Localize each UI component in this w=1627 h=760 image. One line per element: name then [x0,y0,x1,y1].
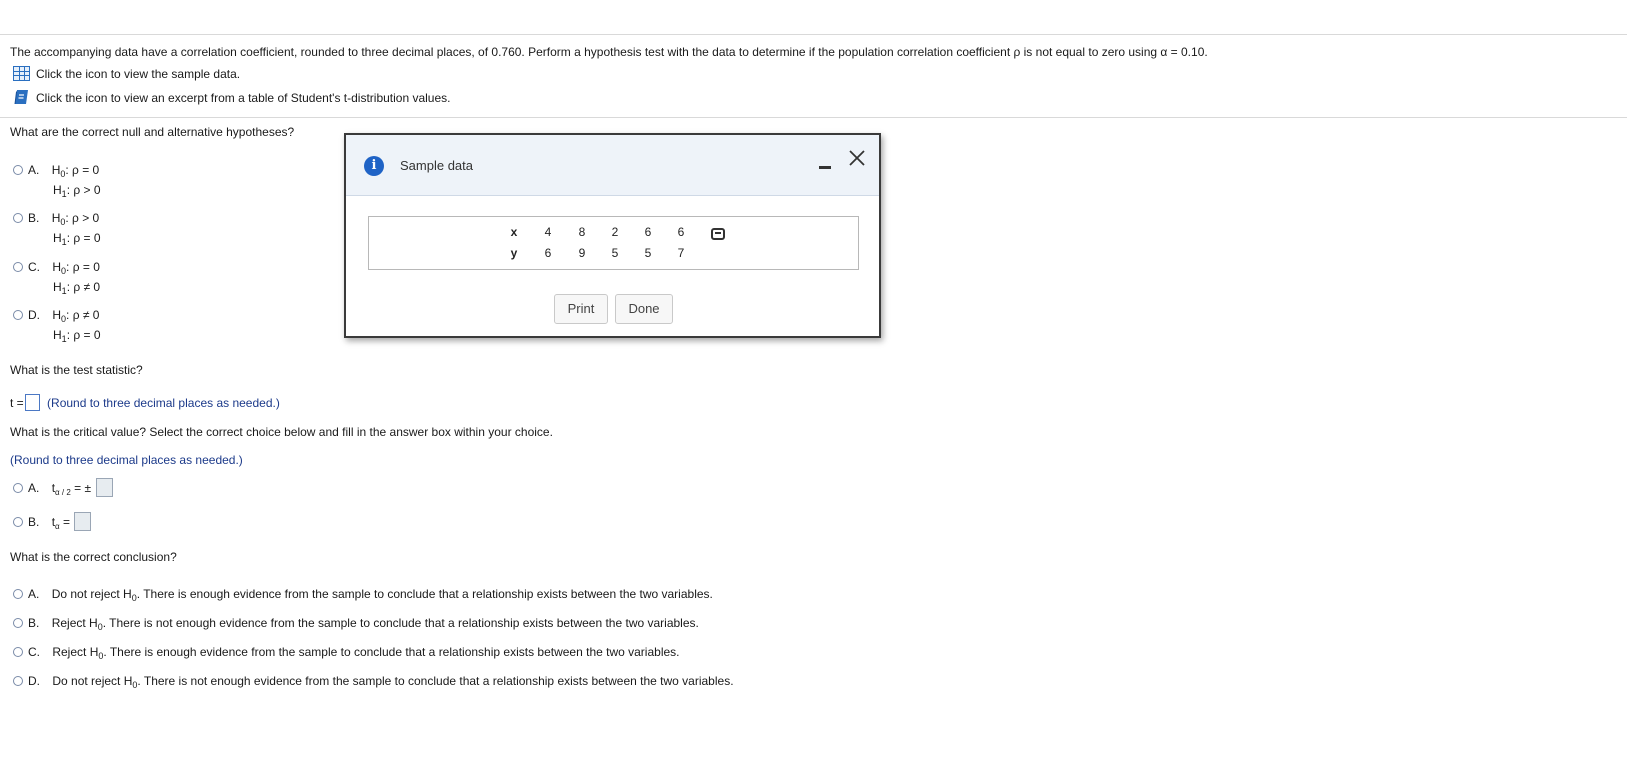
copy-data-icon[interactable] [711,228,725,240]
close-icon[interactable] [844,146,870,172]
minimize-icon[interactable] [817,158,835,176]
h1-text-b: : ρ = 0 [66,231,101,245]
print-button[interactable]: Print [554,294,608,324]
radio-a[interactable] [13,165,23,175]
h1-text-d: : ρ = 0 [66,328,101,342]
y-value: 5 [611,246,619,260]
conclusion-radio-c[interactable] [13,647,23,657]
conclusion-radio-a[interactable] [13,589,23,599]
h0-text-d: : ρ ≠ 0 [66,308,100,322]
y-value: 7 [677,246,685,260]
h0-text-b: : ρ > 0 [65,211,100,225]
conclusion-radio-b[interactable] [13,618,23,628]
h1-text-a: : ρ > 0 [66,183,101,197]
x-value: 4 [544,225,552,239]
conclusion-option-c[interactable]: C. Reject H0. There is enough evidence f… [13,645,680,661]
h0-text-a: : ρ = 0 [65,163,100,177]
y-value: 5 [644,246,652,260]
h1-text-c: : ρ ≠ 0 [66,280,101,294]
test-statistic-hint: (Round to three decimal places as needed… [47,396,280,410]
test-statistic-row: t = (Round to three decimal places as ne… [10,394,280,411]
problem-intro: The accompanying data have a correlation… [10,45,1208,59]
test-statistic-prompt: What is the test statistic? [10,363,143,377]
hypothesis-option-d[interactable]: D. H0: ρ ≠ 0 H1: ρ = 0 [13,308,101,344]
radio-c[interactable] [13,262,23,272]
sample-data-dialog: i Sample data x 4 8 2 6 6 y 6 9 5 5 7 Pr… [344,133,881,338]
test-statistic-input[interactable] [24,394,40,411]
info-icon: i [364,156,384,176]
done-button[interactable]: Done [615,294,673,324]
conclusion-option-a[interactable]: A. Do not reject H0. There is enough evi… [13,587,713,603]
conclusion-option-b[interactable]: B. Reject H0. There is not enough eviden… [13,616,699,632]
radio-d[interactable] [13,310,23,320]
critical-radio-a[interactable] [13,483,23,493]
table-icon[interactable] [13,66,30,81]
critical-value-a-input[interactable] [96,478,114,497]
book-icon[interactable] [13,89,30,106]
conclusion-radio-d[interactable] [13,676,23,686]
critical-value-hint: (Round to three decimal places as needed… [10,453,243,467]
radio-b[interactable] [13,213,23,223]
sample-data-link-label[interactable]: Click the icon to view the sample data. [36,67,240,81]
h0-text-c: : ρ = 0 [66,260,100,274]
t-table-link[interactable]: Click the icon to view an excerpt from a… [13,89,451,106]
critical-option-b[interactable]: B. tα = [13,512,92,531]
hypothesis-option-a[interactable]: A. H0: ρ = 0 H1: ρ > 0 [13,163,101,199]
x-value: 6 [677,225,685,239]
hypothesis-option-b[interactable]: B. H0: ρ > 0 H1: ρ = 0 [13,211,101,247]
hypothesis-option-c[interactable]: C. H0: ρ = 0 H1: ρ ≠ 0 [13,260,100,296]
top-divider [0,34,1627,35]
x-value: 6 [644,225,652,239]
x-value: 8 [578,225,586,239]
y-value: 6 [544,246,552,260]
critical-value-b-input[interactable] [74,512,92,531]
critical-radio-b[interactable] [13,517,23,527]
section-divider [0,117,1627,118]
sample-data-table: x 4 8 2 6 6 y 6 9 5 5 7 [368,216,859,270]
sample-data-link[interactable]: Click the icon to view the sample data. [13,66,240,81]
conclusion-prompt: What is the correct conclusion? [10,550,177,564]
x-row-label: x [510,225,518,239]
dialog-title: Sample data [400,158,473,173]
y-row-label: y [510,246,518,260]
critical-value-prompt: What is the critical value? Select the c… [10,425,553,439]
x-value: 2 [611,225,619,239]
critical-option-a[interactable]: A. tα / 2 = ± [13,478,114,497]
hypotheses-prompt: What are the correct null and alternativ… [10,125,295,139]
y-value: 9 [578,246,586,260]
conclusion-option-d[interactable]: D. Do not reject H0. There is not enough… [13,674,734,690]
dialog-header: i Sample data [346,135,879,196]
t-table-link-label[interactable]: Click the icon to view an excerpt from a… [36,91,451,105]
t-equals-label: t = [10,396,24,410]
